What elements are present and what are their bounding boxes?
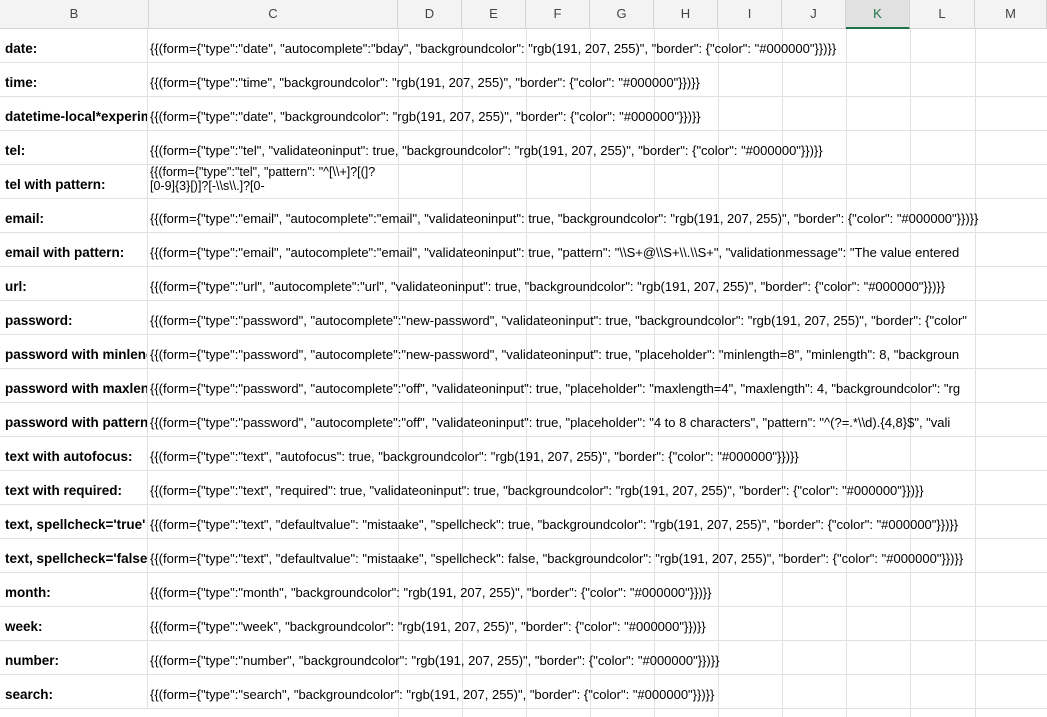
column-header-e[interactable]: E: [462, 0, 526, 28]
table-row: datetime-local*experimental {{(form={"ty…: [0, 97, 1047, 131]
table-row: text, spellcheck='false' {{(form={"type"…: [0, 539, 1047, 573]
label-cell[interactable]: datetime-local*experimental: [0, 97, 148, 130]
label-cell[interactable]: text with required:: [0, 471, 148, 504]
column-header-f[interactable]: F: [526, 0, 590, 28]
column-header-m[interactable]: M: [975, 0, 1047, 28]
label-cell[interactable]: search:: [0, 675, 148, 708]
column-header-i[interactable]: I: [718, 0, 782, 28]
label-cell[interactable]: text, spellcheck='false': [0, 539, 148, 572]
formula-cell[interactable]: {{(form={"type":"email", "autocomplete":…: [149, 233, 1047, 266]
formula-cell[interactable]: {{(form={"type":"number", "backgroundcol…: [149, 641, 1047, 674]
formula-cell[interactable]: {{(form={"type":"search", "backgroundcol…: [149, 675, 1047, 708]
table-row: week: {{(form={"type":"week", "backgroun…: [0, 607, 1047, 641]
label-cell[interactable]: tel:: [0, 131, 148, 164]
label-cell[interactable]: date:: [0, 29, 148, 62]
column-header-c[interactable]: C: [149, 0, 398, 28]
formula-cell[interactable]: {{(form={"type":"password", "autocomplet…: [149, 369, 1047, 402]
label-cell[interactable]: tel with pattern:: [0, 165, 148, 198]
label-cell[interactable]: password with minlength: [0, 335, 148, 368]
formula-cell[interactable]: {{(form={"type":"text", "defaultvalue": …: [149, 505, 1047, 538]
spreadsheet-grid[interactable]: date: {{(form={"type":"date", "autocompl…: [0, 29, 1047, 717]
table-row: time: {{(form={"type":"time", "backgroun…: [0, 63, 1047, 97]
label-cell[interactable]: email with pattern:: [0, 233, 148, 266]
label-cell[interactable]: password with maxlength: [0, 369, 148, 402]
table-row: tel: {{(form={"type":"tel", "validateoni…: [0, 131, 1047, 165]
label-cell[interactable]: password:: [0, 301, 148, 334]
column-header-k[interactable]: K: [846, 0, 910, 29]
table-row: url: {{(form={"type":"url", "autocomplet…: [0, 267, 1047, 301]
table-row: password with pattern {{(form={"type":"p…: [0, 403, 1047, 437]
column-header-g[interactable]: G: [590, 0, 654, 28]
formula-cell[interactable]: {{(form={"type":"url", "autocomplete":"u…: [149, 267, 1047, 300]
table-row: text with required: {{(form={"type":"tex…: [0, 471, 1047, 505]
column-header-b[interactable]: B: [0, 0, 149, 28]
formula-cell[interactable]: {{(form={"type":"text", "autofocus": tru…: [149, 437, 1047, 470]
formula-cell[interactable]: {{(form={"type":"month", "backgroundcolo…: [149, 573, 1047, 606]
formula-cell[interactable]: {{(form={"type":"text", "required": true…: [149, 471, 1047, 504]
formula-cell[interactable]: {{(form={"type":"password", "autocomplet…: [149, 335, 1047, 368]
table-row: password with maxlength {{(form={"type":…: [0, 369, 1047, 403]
formula-cell[interactable]: {{(form={"type":"tel", "pattern": "^[\\+…: [149, 165, 389, 198]
table-row: search: {{(form={"type":"search", "backg…: [0, 675, 1047, 709]
table-row: date: {{(form={"type":"date", "autocompl…: [0, 29, 1047, 63]
label-cell[interactable]: password with pattern: [0, 403, 148, 436]
formula-cell[interactable]: {{(form={"type":"week", "backgroundcolor…: [149, 607, 1047, 640]
label-cell[interactable]: week:: [0, 607, 148, 640]
formula-cell[interactable]: {{(form={"type":"password", "autocomplet…: [149, 403, 1047, 436]
formula-cell[interactable]: {{(form={"type":"text", "defaultvalue": …: [149, 539, 1047, 572]
formula-cell[interactable]: {{(form={"type":"date", "autocomplete":"…: [149, 29, 1047, 62]
label-cell[interactable]: month:: [0, 573, 148, 606]
formula-cell[interactable]: {{(form={"type":"date", "backgroundcolor…: [149, 97, 1047, 130]
table-row: password with minlength {{(form={"type":…: [0, 335, 1047, 369]
table-row: password: {{(form={"type":"password", "a…: [0, 301, 1047, 335]
formula-cell[interactable]: {{(form={"type":"tel", "validateoninput"…: [149, 131, 1047, 164]
label-cell[interactable]: number:: [0, 641, 148, 674]
label-cell[interactable]: email:: [0, 199, 148, 232]
label-cell[interactable]: text, spellcheck='true': [0, 505, 148, 538]
column-header-h[interactable]: H: [654, 0, 718, 28]
formula-cell[interactable]: {{(form={"type":"password", "autocomplet…: [149, 301, 1047, 334]
table-row: text, spellcheck='true' {{(form={"type":…: [0, 505, 1047, 539]
formula-cell[interactable]: {{(form={"type":"time", "backgroundcolor…: [149, 63, 1047, 96]
table-row: tel with pattern: {{(form={"type":"tel",…: [0, 165, 1047, 199]
column-header-l[interactable]: L: [910, 0, 975, 28]
label-cell[interactable]: url:: [0, 267, 148, 300]
column-header-d[interactable]: D: [398, 0, 462, 28]
column-header-j[interactable]: J: [782, 0, 846, 28]
label-cell[interactable]: text with autofocus:: [0, 437, 148, 470]
table-row: month: {{(form={"type":"month", "backgro…: [0, 573, 1047, 607]
table-row: number: {{(form={"type":"number", "backg…: [0, 641, 1047, 675]
table-row: text with autofocus: {{(form={"type":"te…: [0, 437, 1047, 471]
table-row: email: {{(form={"type":"email", "autocom…: [0, 199, 1047, 233]
formula-cell[interactable]: {{(form={"type":"email", "autocomplete":…: [149, 199, 1047, 232]
table-row: email with pattern: {{(form={"type":"ema…: [0, 233, 1047, 267]
label-cell[interactable]: time:: [0, 63, 148, 96]
column-header-bar: B C D E F G H I J K L M: [0, 0, 1047, 29]
